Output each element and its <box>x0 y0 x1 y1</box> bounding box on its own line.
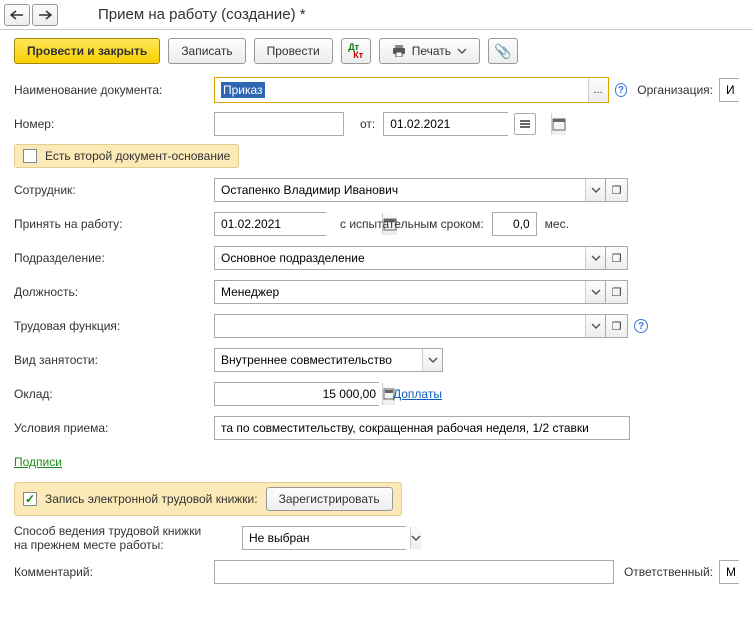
labor-function-dropdown[interactable] <box>585 315 605 337</box>
salary-field[interactable] <box>214 382 379 406</box>
labor-function-open-button[interactable]: ❐ <box>606 314 628 338</box>
position-dropdown[interactable] <box>585 281 605 303</box>
second-basis-row: Есть второй документ-основание <box>14 144 239 168</box>
position-label: Должность: <box>14 285 214 299</box>
post-and-close-button[interactable]: Провести и закрыть <box>14 38 160 64</box>
register-button[interactable]: Зарегистрировать <box>266 487 393 511</box>
calendar-icon <box>552 117 566 131</box>
attachment-button[interactable]: 📎 <box>488 38 518 64</box>
organization-field[interactable] <box>719 78 739 102</box>
arrow-left-icon <box>10 10 24 20</box>
salary-label: Оклад: <box>14 387 214 401</box>
department-label: Подразделение: <box>14 251 214 265</box>
doc-date-field[interactable] <box>383 112 508 136</box>
etk-row: Запись электронной трудовой книжки: Заре… <box>14 482 402 516</box>
months-label: мес. <box>545 217 569 231</box>
prev-book-dropdown[interactable] <box>410 527 421 549</box>
navbar: Прием на работу (создание) * <box>0 0 753 30</box>
labor-function-label: Трудовая функция: <box>14 319 214 333</box>
position-open-button[interactable]: ❐ <box>606 280 628 304</box>
organization-label: Организация: <box>637 83 713 97</box>
doc-name-label: Наименование документа: <box>14 83 214 97</box>
department-open-button[interactable]: ❐ <box>606 246 628 270</box>
hire-date-field[interactable] <box>214 212 326 236</box>
nav-back-button[interactable] <box>4 4 30 26</box>
employment-type-dropdown[interactable] <box>422 349 442 371</box>
chevron-down-icon <box>591 185 601 195</box>
print-button[interactable]: Печать <box>379 38 480 64</box>
responsible-field[interactable] <box>719 560 739 584</box>
prev-book-label: Способ ведения трудовой книжкина прежнем… <box>14 524 242 552</box>
prev-book-field[interactable] <box>242 526 406 550</box>
responsible-label: Ответственный: <box>624 565 713 579</box>
conditions-label: Условия приема: <box>14 421 214 435</box>
from-label: от: <box>360 117 375 131</box>
employee-open-button[interactable]: ❐ <box>606 178 628 202</box>
nav-forward-button[interactable] <box>32 4 58 26</box>
bonuses-link[interactable]: Доплаты <box>393 387 442 401</box>
chevron-down-icon <box>457 46 467 56</box>
printer-icon <box>392 45 406 57</box>
number-field[interactable] <box>214 112 344 136</box>
dtkt-icon: Дт Кт <box>348 43 363 59</box>
number-label: Номер: <box>14 117 214 131</box>
comment-label: Комментарий: <box>14 565 214 579</box>
department-field[interactable] <box>214 246 606 270</box>
doc-name-choose-button[interactable]: ... <box>588 78 608 102</box>
arrow-right-icon <box>38 10 52 20</box>
second-basis-checkbox[interactable] <box>23 149 37 163</box>
doc-date-action-button[interactable] <box>514 113 536 135</box>
etk-checkbox[interactable] <box>23 492 37 506</box>
page-title: Прием на работу (создание) * <box>98 6 306 23</box>
comment-field[interactable] <box>214 560 614 584</box>
signatures-link[interactable]: Подписи <box>14 455 62 469</box>
chevron-down-icon <box>428 355 438 365</box>
calendar-button[interactable] <box>551 113 566 135</box>
save-button[interactable]: Записать <box>168 38 245 64</box>
doc-name-field[interactable]: Приказ ... <box>214 77 609 103</box>
labor-function-field[interactable] <box>214 314 606 338</box>
chevron-down-icon <box>591 287 601 297</box>
toolbar: Провести и закрыть Записать Провести Дт … <box>0 30 753 72</box>
help-icon[interactable]: ? <box>634 319 648 333</box>
chevron-down-icon <box>591 321 601 331</box>
hire-date-label: Принять на работу: <box>14 217 214 231</box>
open-icon: ❐ <box>612 286 622 299</box>
paperclip-icon: 📎 <box>494 43 511 60</box>
employment-type-label: Вид занятости: <box>14 353 214 367</box>
employment-type-field[interactable] <box>214 348 443 372</box>
etk-label: Запись электронной трудовой книжки: <box>45 492 258 506</box>
chevron-down-icon <box>591 253 601 263</box>
employee-field[interactable] <box>214 178 606 202</box>
help-icon[interactable]: ? <box>615 83 628 97</box>
conditions-field[interactable] <box>214 416 630 440</box>
open-icon: ❐ <box>612 252 622 265</box>
position-field[interactable] <box>214 280 606 304</box>
open-icon: ❐ <box>612 184 622 197</box>
chevron-down-icon <box>411 533 421 543</box>
probation-field[interactable] <box>492 212 537 236</box>
employee-label: Сотрудник: <box>14 183 214 197</box>
probation-label: с испытательным сроком: <box>340 217 484 231</box>
dtkt-button[interactable]: Дт Кт <box>341 38 371 64</box>
post-button[interactable]: Провести <box>254 38 333 64</box>
form: Наименование документа: Приказ ... ? Орг… <box>0 72 753 596</box>
list-icon <box>519 118 531 130</box>
department-dropdown[interactable] <box>585 247 605 269</box>
second-basis-label: Есть второй документ-основание <box>45 149 230 163</box>
employee-dropdown[interactable] <box>585 179 605 201</box>
open-icon: ❐ <box>612 320 622 333</box>
